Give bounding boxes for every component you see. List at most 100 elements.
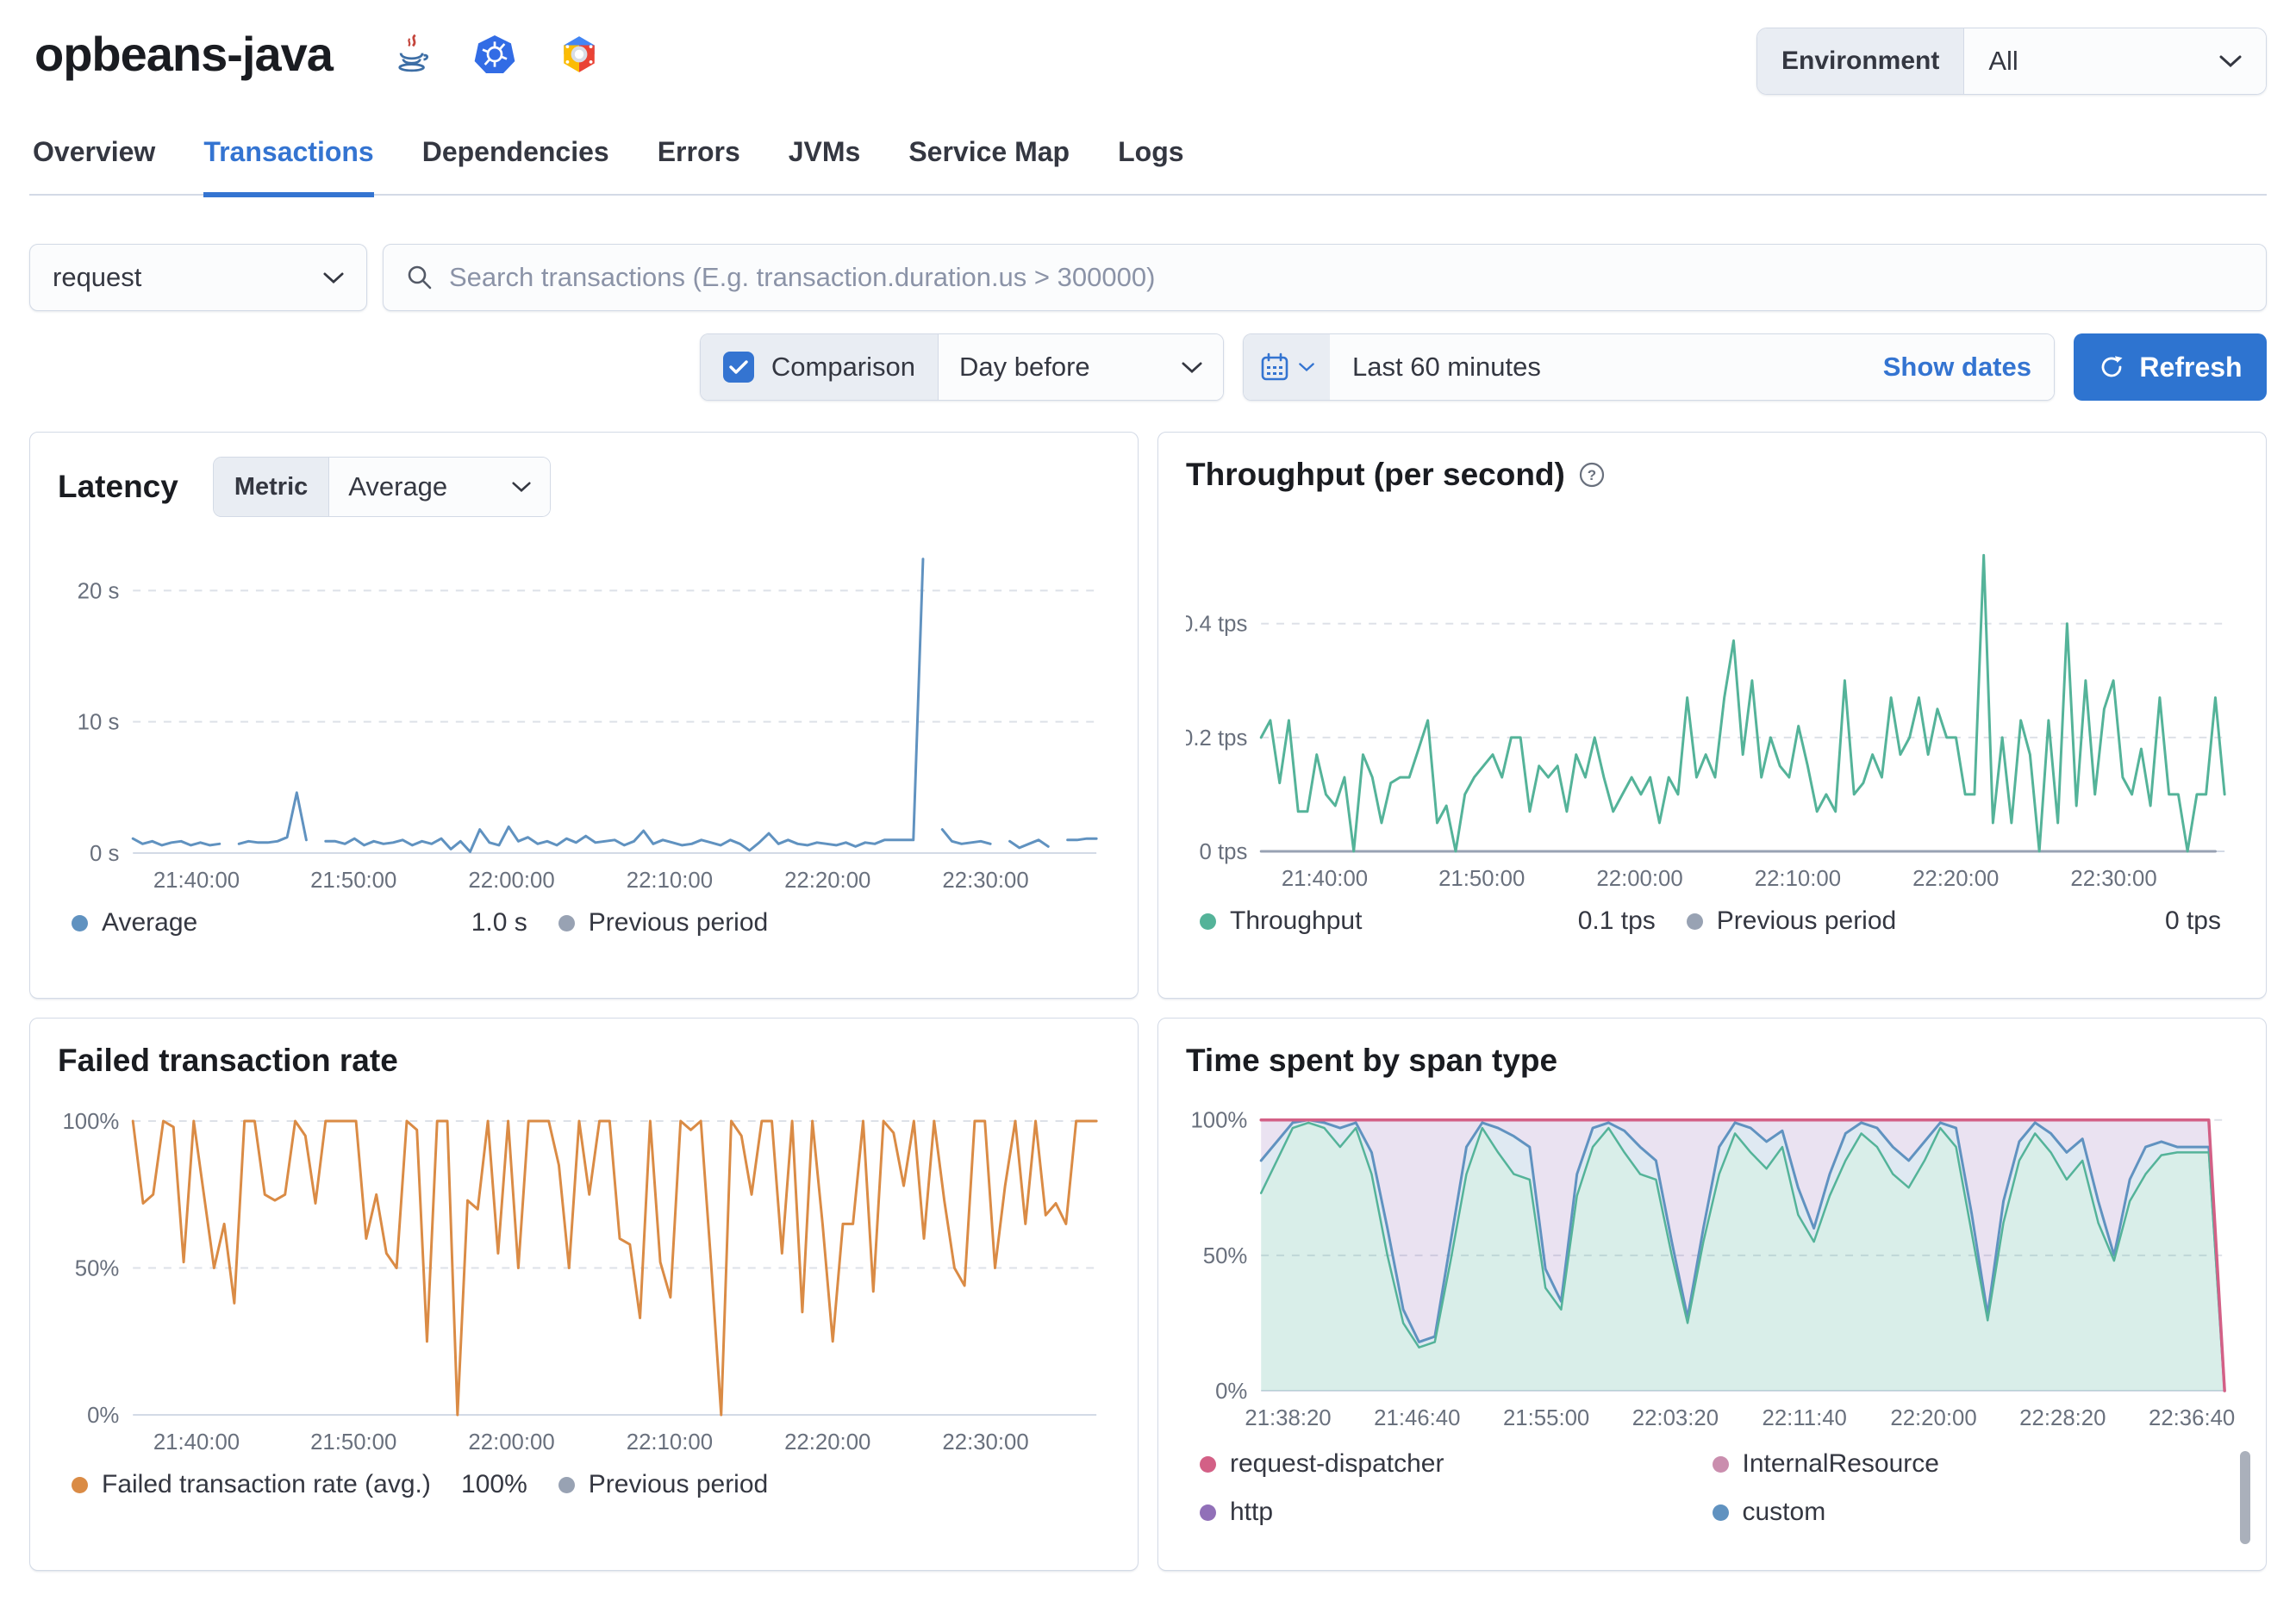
svg-text:0.2 tps: 0.2 tps: [1186, 726, 1247, 751]
transaction-type-select[interactable]: request: [29, 244, 367, 311]
help-icon[interactable]: ?: [1579, 462, 1605, 488]
date-picker-value-area[interactable]: Last 60 minutes Show dates: [1330, 334, 2054, 400]
tab-jvms[interactable]: JVMs: [789, 136, 861, 194]
svg-text:21:40:00: 21:40:00: [1282, 867, 1368, 891]
latency-panel-header: Latency Metric Average: [58, 457, 1110, 517]
latency-chart[interactable]: 0 s 10 s 20 s 21:40:00 21:50:00 22:00:00 22:10…: [58, 529, 1110, 898]
legend-item[interactable]: request-dispatcher: [1200, 1449, 1713, 1479]
tab-errors[interactable]: Errors: [658, 136, 740, 194]
legend-dot-icon: [1712, 1504, 1729, 1521]
svg-text:22:20:00: 22:20:00: [1912, 867, 1999, 891]
show-dates-link[interactable]: Show dates: [1883, 352, 2031, 383]
failed-rate-panel: Failed transaction rate 0% 50% 100% 21:40:0…: [29, 1018, 1139, 1571]
legend-label: InternalResource: [1742, 1449, 1939, 1478]
gcp-icon: [557, 34, 602, 74]
date-picker-calendar-button[interactable]: [1244, 334, 1330, 400]
legend-value: 0.1 tps: [1577, 906, 1656, 935]
span-type-chart[interactable]: 0% 50% 100% 21:38:20 21:46:40 21:55:00 22:03:2…: [1186, 1091, 2238, 1436]
service-title-group: opbeans-java: [34, 26, 602, 82]
comparison-toggle[interactable]: Comparison: [700, 334, 939, 400]
metric-value[interactable]: Average: [329, 458, 550, 516]
environment-label: Environment: [1757, 28, 1965, 94]
comparison-control: Comparison Day before: [699, 333, 1224, 401]
legend-item[interactable]: http: [1200, 1498, 1713, 1527]
legend-scrollbar[interactable]: [2240, 1451, 2250, 1544]
page-title: opbeans-java: [34, 27, 334, 81]
svg-text:22:30:00: 22:30:00: [2070, 867, 2156, 891]
throughput-chart[interactable]: 0 tps 0.2 tps 0.4 tps 21:40:00 21:50:00 22:00…: [1186, 517, 2238, 896]
calendar-icon: [1261, 352, 1288, 381]
chevron-down-icon: [512, 482, 531, 492]
svg-text:22:20:00: 22:20:00: [784, 1430, 870, 1455]
legend-item[interactable]: Average 1.0 s: [72, 908, 558, 938]
throughput-legend: Throughput 0.1 tps Previous period 0 tps: [1186, 906, 2238, 936]
legend-dot-icon: [1712, 1455, 1729, 1473]
tab-service-map[interactable]: Service Map: [908, 136, 1070, 194]
tab-overview[interactable]: Overview: [33, 136, 155, 194]
legend-label: Previous period: [588, 1470, 769, 1498]
service-icons: [393, 33, 602, 76]
legend-dot-icon: [72, 1476, 88, 1493]
legend-dot-icon: [1200, 1504, 1216, 1521]
legend-label: request-dispatcher: [1230, 1449, 1444, 1478]
tab-transactions[interactable]: Transactions: [203, 136, 374, 197]
legend-item[interactable]: InternalResource: [1712, 1449, 2225, 1479]
metric-label: Metric: [213, 458, 330, 516]
comparison-select[interactable]: Day before: [939, 334, 1223, 400]
svg-text:100%: 100%: [1190, 1109, 1247, 1133]
chevron-down-icon: [323, 272, 344, 283]
svg-text:0 s: 0 s: [90, 842, 119, 866]
svg-text:22:36:40: 22:36:40: [2149, 1406, 2235, 1430]
svg-text:22:00:00: 22:00:00: [468, 1430, 554, 1455]
svg-text:21:38:20: 21:38:20: [1245, 1406, 1331, 1430]
legend-item[interactable]: Previous period 0 tps: [1686, 906, 2224, 936]
svg-text:22:28:20: 22:28:20: [2019, 1406, 2106, 1430]
svg-text:22:10:00: 22:10:00: [627, 869, 713, 893]
chevron-down-icon: [2219, 55, 2242, 68]
throughput-title: Throughput (per second) ?: [1186, 457, 1605, 493]
tab-logs[interactable]: Logs: [1118, 136, 1183, 194]
search-bar[interactable]: [383, 244, 2267, 311]
kubernetes-icon: [474, 34, 515, 75]
span-type-panel: Time spent by span type 0% 50% 100% 21:38:2…: [1157, 1018, 2267, 1571]
latency-title: Latency: [58, 469, 178, 504]
comparison-checkbox[interactable]: [722, 352, 754, 383]
svg-text:?: ?: [1588, 467, 1596, 483]
latency-metric-select[interactable]: Metric Average: [212, 457, 551, 517]
svg-text:22:11:40: 22:11:40: [1763, 1406, 1847, 1430]
legend-item[interactable]: Throughput 0.1 tps: [1200, 906, 1687, 936]
legend-label: Previous period: [1716, 906, 1897, 935]
svg-text:21:40:00: 21:40:00: [153, 1430, 240, 1455]
charts-grid: Latency Metric Average 0 s 10 s 20 s 21:40:…: [29, 432, 2267, 1571]
throughput-panel-header: Throughput (per second) ?: [1186, 457, 2238, 493]
java-icon: [393, 33, 433, 76]
svg-text:22:10:00: 22:10:00: [1755, 867, 1841, 891]
environment-value[interactable]: All: [1964, 28, 2266, 94]
svg-text:21:40:00: 21:40:00: [153, 869, 240, 893]
time-range-value[interactable]: Last 60 minutes: [1352, 352, 1541, 383]
svg-text:20 s: 20 s: [78, 579, 120, 603]
legend-label: Previous period: [588, 908, 769, 937]
legend-item[interactable]: Previous period: [558, 1470, 1096, 1499]
legend-item[interactable]: custom: [1712, 1498, 2225, 1527]
environment-select[interactable]: Environment All: [1756, 28, 2267, 95]
refresh-button[interactable]: Refresh: [2074, 333, 2267, 401]
legend-label: http: [1230, 1498, 1274, 1526]
svg-text:21:50:00: 21:50:00: [1438, 867, 1525, 891]
failed-rate-legend: Failed transaction rate (avg.) 100% Previo…: [58, 1470, 1110, 1499]
legend-item[interactable]: Failed transaction rate (avg.) 100%: [72, 1470, 558, 1499]
filter-row: request: [29, 244, 2267, 311]
failed-rate-chart[interactable]: 0% 50% 100% 21:40:00 21:50:00 22:00:00 22:10:0…: [58, 1091, 1110, 1460]
search-icon: [408, 265, 432, 290]
legend-label: Average: [102, 908, 198, 937]
svg-text:100%: 100%: [62, 1110, 119, 1134]
svg-text:21:50:00: 21:50:00: [310, 1430, 396, 1455]
svg-text:22:30:00: 22:30:00: [942, 869, 1028, 893]
legend-item[interactable]: Previous period: [558, 908, 1096, 938]
legend-dot-icon: [1200, 913, 1216, 930]
svg-text:22:20:00: 22:20:00: [1890, 1406, 1976, 1430]
svg-text:0%: 0%: [1215, 1380, 1247, 1404]
tab-dependencies[interactable]: Dependencies: [422, 136, 609, 194]
legend-label: custom: [1742, 1498, 1826, 1526]
search-input[interactable]: [449, 262, 2243, 293]
